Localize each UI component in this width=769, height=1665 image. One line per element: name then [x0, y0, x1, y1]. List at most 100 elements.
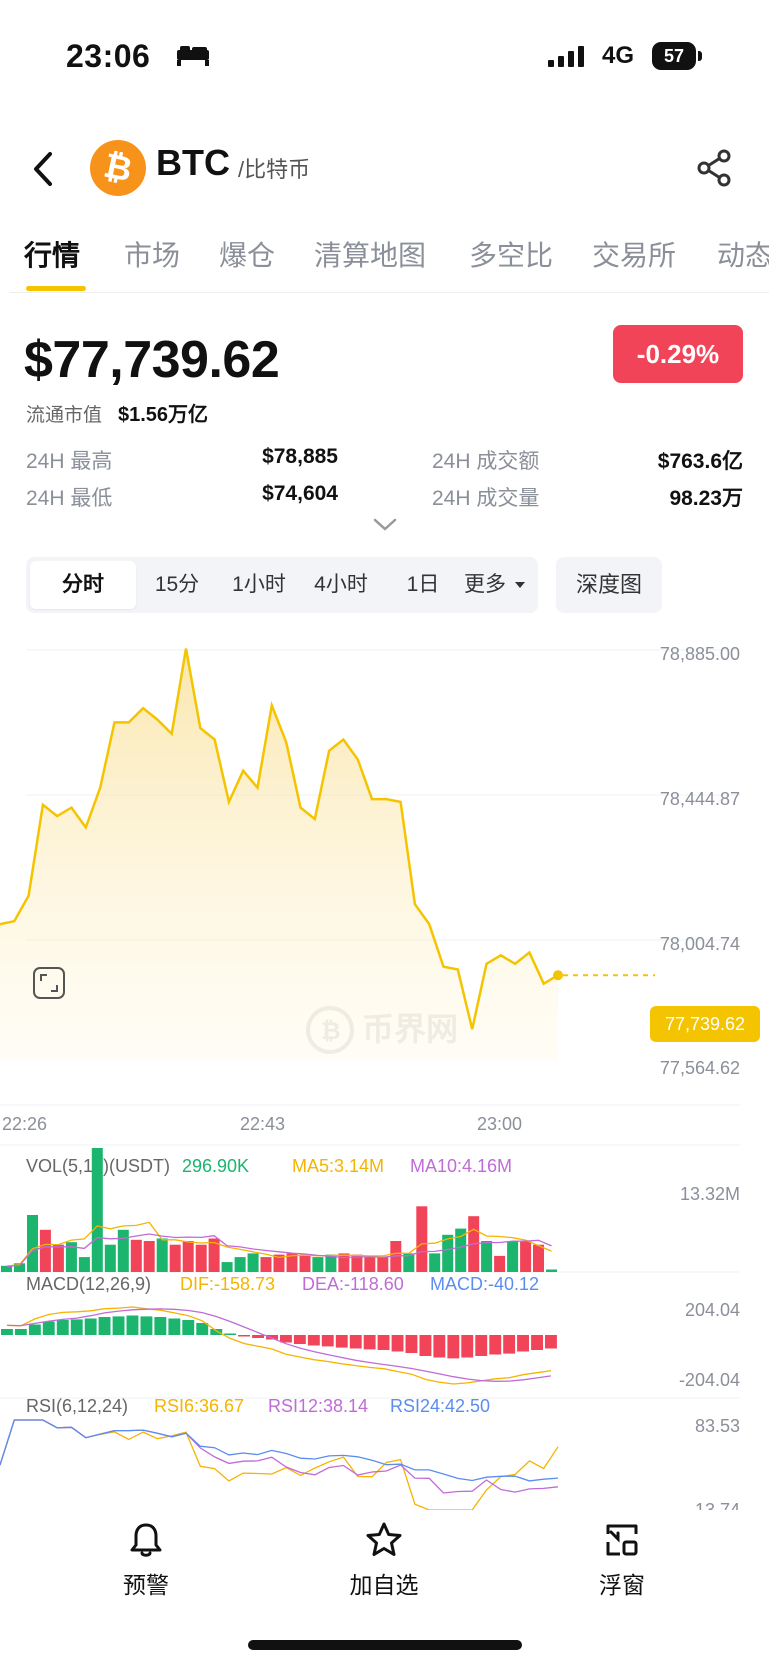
macd-bar: [447, 1335, 460, 1359]
volume-bar: [507, 1241, 519, 1272]
macd-bar: [419, 1335, 432, 1356]
active-tab-indicator: [26, 286, 86, 291]
tab-bar: 行情 市场 爆仓 清算地图 多空比 交易所 动态: [0, 228, 769, 292]
period-more[interactable]: 更多: [464, 557, 534, 613]
macd-value: MACD:-40.12: [430, 1274, 539, 1294]
price-chart: ₿ 币界网 77,739.62 78,885.00 78,444.87 78,0…: [0, 644, 760, 1510]
bitcoin-logo-icon: ₿: [90, 140, 146, 196]
macd-bar: [517, 1335, 529, 1352]
macd-bar: [28, 1324, 41, 1335]
volume-24h-value: 98.23万: [669, 487, 743, 510]
macd-bar: [266, 1335, 278, 1340]
macd-bar: [56, 1320, 69, 1335]
tab-liquidation[interactable]: 爆仓: [219, 234, 275, 274]
rsi-legend: RSI(6,12,24): [26, 1396, 128, 1416]
float-window-label: 浮窗: [599, 1572, 645, 1598]
add-watchlist-label: 加自选: [349, 1572, 419, 1598]
macd-bar: [475, 1335, 488, 1356]
period-1h[interactable]: 1小时: [218, 557, 300, 613]
bell-icon: [130, 1523, 162, 1557]
tab-exchange[interactable]: 交易所: [592, 234, 676, 274]
macd-axis-top: 204.04: [685, 1300, 740, 1320]
period-timeshare[interactable]: 分时: [30, 561, 136, 609]
macd-dif: DIF:-158.73: [180, 1274, 275, 1294]
market-cap-value: $1.56万亿: [118, 404, 209, 426]
macd-bar: [168, 1318, 181, 1335]
coin-symbol: BTC: [156, 142, 230, 183]
vol-ma5: MA5:3.14M: [292, 1156, 384, 1176]
volume-24h-label: 24H 成交量: [432, 487, 540, 510]
macd-bar: [70, 1319, 83, 1335]
rsi-axis-bottom: 13.74: [695, 1500, 740, 1510]
coin-name: /比特币: [238, 157, 311, 182]
macd-bar: [405, 1335, 418, 1353]
volume-bar: [481, 1241, 493, 1272]
sleep-bed-icon: [177, 46, 209, 66]
turnover-24h-label: 24H 成交额: [432, 450, 540, 473]
macd-bar: [252, 1335, 264, 1338]
tab-news[interactable]: 动态: [717, 234, 769, 274]
cellular-signal-icon: [548, 46, 584, 67]
price-change-badge: -0.29%: [613, 325, 743, 383]
macd-bar: [140, 1316, 153, 1335]
period-4h[interactable]: 4小时: [300, 557, 382, 613]
star-icon: [366, 1522, 402, 1556]
volume-bar: [169, 1244, 181, 1272]
back-arrow-icon[interactable]: [30, 150, 56, 188]
float-window-button[interactable]: 浮窗: [562, 1520, 682, 1600]
macd-bar: [461, 1335, 474, 1358]
vol-ma10: MA10:4.16M: [410, 1156, 512, 1176]
volume-bar: [533, 1244, 544, 1272]
low-24h-value: $74,604: [262, 482, 338, 505]
volume-bar: [182, 1241, 194, 1272]
period-selector: 分时 15分 1小时 4小时 1日 更多: [26, 557, 538, 613]
turnover-24h-value: $763.6亿: [657, 450, 743, 473]
volume-bar: [130, 1239, 142, 1272]
macd-bar: [14, 1329, 27, 1335]
network-type: 4G: [602, 42, 635, 69]
share-icon[interactable]: [696, 148, 734, 188]
volume-bar: [312, 1257, 324, 1272]
macd-dea: DEA:-118.60: [302, 1274, 404, 1294]
low-24h-label: 24H 最低: [26, 487, 113, 510]
add-watchlist-button[interactable]: 加自选: [324, 1520, 444, 1600]
macd-bar: [433, 1335, 446, 1358]
volume-bar: [338, 1253, 350, 1272]
vol-axis-label: 13.32M: [680, 1184, 740, 1204]
price-area: [0, 648, 558, 1060]
macd-bar: [112, 1316, 125, 1335]
volume-bar: [364, 1257, 376, 1272]
market-cap-label: 流通市值: [26, 405, 103, 426]
alert-button[interactable]: 预警: [86, 1520, 206, 1600]
period-1d[interactable]: 1日: [382, 557, 464, 613]
period-15m[interactable]: 15分: [136, 557, 218, 613]
macd-bar: [377, 1335, 390, 1350]
battery-icon: 57: [652, 42, 702, 70]
tab-market-quote[interactable]: 行情: [24, 234, 80, 274]
x-axis-label: 22:43: [240, 1114, 285, 1134]
volume-bar: [91, 1148, 103, 1272]
y-axis-label: 78,004.74: [660, 934, 740, 954]
y-axis-label: 78,444.87: [660, 789, 740, 809]
tab-market[interactable]: 市场: [124, 234, 180, 274]
macd-legend: MACD(12,26,9): [26, 1274, 151, 1294]
tab-liquidation-map[interactable]: 清算地图: [314, 234, 426, 274]
tab-long-short-ratio[interactable]: 多空比: [469, 234, 553, 274]
home-indicator: [248, 1640, 522, 1650]
expand-chevron-down-icon[interactable]: [373, 518, 397, 532]
volume-bar: [416, 1206, 428, 1272]
macd-bar: [321, 1335, 334, 1347]
macd-bar: [363, 1335, 376, 1350]
macd-bar: [42, 1321, 55, 1335]
volume-bar: [156, 1238, 168, 1272]
volume-bar: [260, 1257, 272, 1272]
rsi24-value: RSI24:42.50: [390, 1396, 490, 1416]
rsi12-line: [0, 1419, 559, 1494]
macd-axis-bottom: -204.04: [679, 1370, 740, 1390]
depth-chart-button[interactable]: 深度图: [556, 557, 662, 613]
macd-bar: [545, 1335, 557, 1349]
macd-bar: [503, 1335, 516, 1354]
rsi-axis-top: 83.53: [695, 1416, 740, 1436]
macd-bar: [224, 1333, 237, 1335]
macd-bar: [182, 1320, 195, 1335]
